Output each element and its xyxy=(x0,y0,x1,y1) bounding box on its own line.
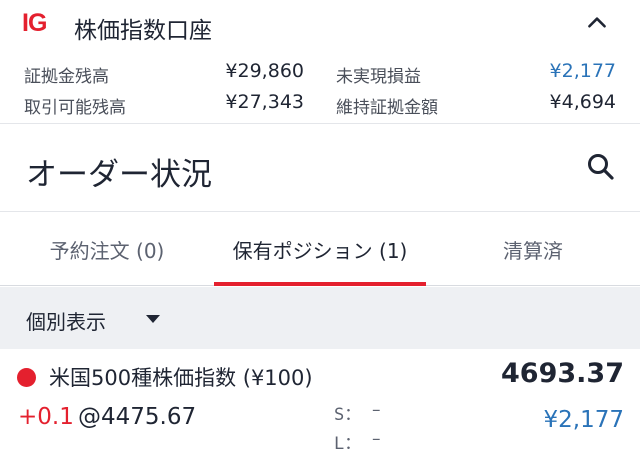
chevron-up-icon xyxy=(588,17,606,28)
entry-price: @4475.67 xyxy=(78,404,197,430)
position-quantity: +0.1 xyxy=(18,404,74,430)
margin-balance-value: ¥29,860 xyxy=(225,60,304,82)
position-direction-dot xyxy=(17,368,36,387)
margin-balance-label: 証拠金残高 xyxy=(24,67,109,87)
limit-label: L： xyxy=(334,434,362,454)
search-icon xyxy=(588,154,614,180)
current-price: 4693.37 xyxy=(501,358,624,389)
active-tab-indicator xyxy=(214,282,426,286)
available-balance-value: ¥27,343 xyxy=(225,91,304,113)
tab-pending-orders[interactable]: 予約注文 (0) xyxy=(0,212,214,286)
collapse-button[interactable] xyxy=(582,8,612,38)
position-pnl: ¥2,177 xyxy=(543,407,624,433)
tab-closed[interactable]: 清算済 xyxy=(426,212,640,286)
maintenance-margin-value: ¥4,694 xyxy=(549,91,616,113)
page-title: オーダー状況 xyxy=(26,157,212,193)
maintenance-margin-label: 維持証拠金額 xyxy=(336,98,438,118)
account-title: 株価指数口座 xyxy=(74,18,212,44)
search-button[interactable] xyxy=(584,150,618,184)
position-row[interactable]: 米国500種株価指数 (¥100) 4693.37 +0.1 @4475.67 … xyxy=(0,349,640,466)
view-filter[interactable]: 個別表示 xyxy=(0,287,640,349)
available-balance-label: 取引可能残高 xyxy=(24,98,126,118)
order-tabs: 予約注文 (0) 保有ポジション (1) 清算済 xyxy=(0,212,640,286)
stop-value: – xyxy=(372,400,381,420)
account-summary: IG 株価指数口座 証拠金残高 ¥29,860 未実現損益 ¥2,177 取引可… xyxy=(0,0,640,124)
caret-down-icon xyxy=(146,315,160,323)
unrealized-pnl-value: ¥2,177 xyxy=(549,60,616,82)
ig-logo: IG xyxy=(22,9,47,37)
unrealized-pnl-label: 未実現損益 xyxy=(336,67,421,87)
order-status-header: オーダー状況 xyxy=(0,124,640,212)
view-filter-label: 個別表示 xyxy=(26,310,106,334)
instrument-name: 米国500種株価指数 (¥100) xyxy=(49,366,313,390)
limit-value: – xyxy=(372,429,381,449)
stop-label: S： xyxy=(334,405,362,425)
tab-open-positions[interactable]: 保有ポジション (1) xyxy=(214,212,426,286)
